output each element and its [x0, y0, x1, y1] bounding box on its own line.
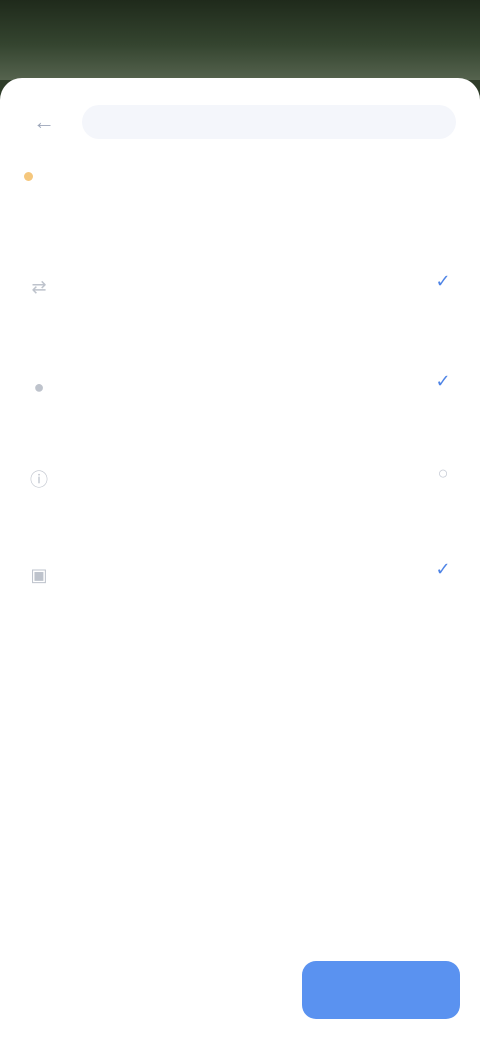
back-arrow-icon[interactable]: ←: [24, 102, 64, 142]
status-time: [34, 18, 134, 38]
radio-icon[interactable]: ○: [426, 456, 460, 490]
route-icon: ⇄: [31, 276, 47, 297]
status-bar: [0, 0, 480, 80]
list-item[interactable]: ● ✓: [0, 358, 480, 404]
check-icon[interactable]: ✓: [426, 264, 460, 298]
primary-action-button[interactable]: [302, 961, 460, 1019]
footer-bar: [0, 940, 480, 1040]
step-dot-icon: [24, 172, 33, 181]
location-icon: ●: [33, 376, 45, 397]
check-icon[interactable]: ✓: [426, 364, 460, 398]
check-icon[interactable]: ✓: [426, 552, 460, 586]
list-item[interactable]: ⇄ ✓: [0, 258, 480, 304]
route-summary[interactable]: [82, 105, 456, 139]
status-icons: [360, 20, 450, 36]
tertiary-action-button[interactable]: [88, 980, 112, 1000]
list-item[interactable]: ⓘ ○: [0, 450, 480, 496]
bottom-sheet: ← ⇄ ✓ ● ✓ ⓘ ○ ▣ ✓: [0, 78, 480, 1040]
secondary-action-button[interactable]: [20, 980, 44, 1000]
calendar-icon: ▣: [30, 564, 48, 585]
top-bar: ←: [24, 100, 456, 144]
step-label: [24, 170, 41, 184]
list-item[interactable]: ▣ ✓: [0, 546, 480, 592]
info-icon: ⓘ: [30, 470, 48, 490]
options-list: ⇄ ✓ ● ✓ ⓘ ○ ▣ ✓: [0, 258, 480, 620]
